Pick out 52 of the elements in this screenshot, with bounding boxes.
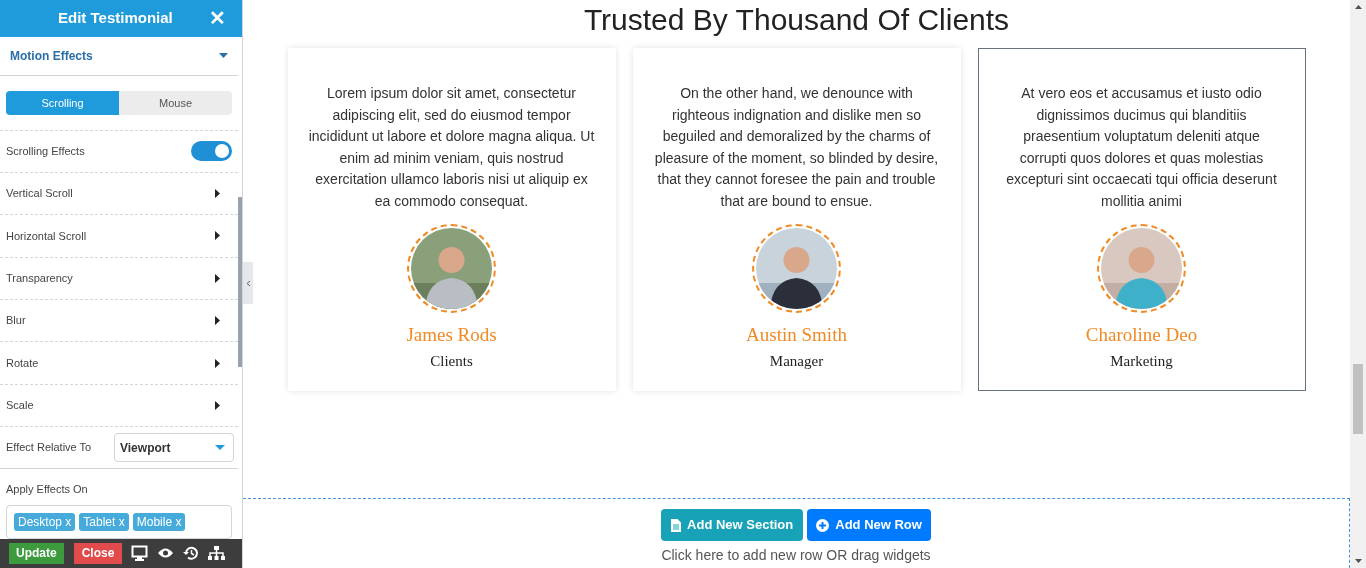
- section-heading: Trusted By Thousand Of Clients: [583, 2, 1010, 38]
- person-name: James Rods: [406, 323, 497, 347]
- caret-right-icon: [215, 316, 220, 326]
- caret-right-icon: [215, 231, 220, 241]
- plus-circle-icon: [816, 518, 830, 532]
- chevron-left-icon: [246, 280, 250, 286]
- drop-zone[interactable]: Add New Section Add New Row Click here to add new row OR drag widgets: [243, 498, 1350, 568]
- field-label: Horizontal Scroll: [6, 228, 87, 244]
- eye-icon[interactable]: [157, 547, 175, 560]
- close-button[interactable]: ✕: [209, 3, 226, 34]
- add-row-button[interactable]: Add New Row: [807, 509, 931, 541]
- panel-title: Edit Testimonial: [58, 8, 173, 29]
- field-label: Vertical Scroll: [6, 186, 73, 202]
- field-label: Blur: [6, 313, 26, 329]
- close-button[interactable]: Close: [73, 542, 123, 564]
- history-icon[interactable]: [183, 545, 200, 562]
- scroll-up-icon[interactable]: [1354, 5, 1362, 9]
- select-field[interactable]: Viewport: [114, 433, 234, 463]
- testimonial-text: On the other hand, we denounce with righteous indignation and dislike men so beguiled and demoralized by the charms of pleasure of the moment, so blinded by desire, that they cannot foresee the pain and trouble that are bound to ensue.: [653, 84, 940, 211]
- person-role: Clients: [430, 351, 473, 371]
- caret-right-icon: [215, 273, 220, 283]
- caret-right-icon: [215, 188, 220, 198]
- tab[interactable]: Mouse: [119, 90, 232, 115]
- field-label: Apply Effects On: [6, 482, 89, 498]
- section-title: Motion Effects: [10, 47, 93, 65]
- caret-right-icon: [215, 400, 220, 410]
- scroll-down-icon[interactable]: [1354, 559, 1362, 563]
- testimonial-text: Lorem ipsum dolor sit amet, consectetur adipiscing elit, sed do eiusmod tempor incididunt ut labore et dolore magna aliqua. Ut enim ad minim veniam, quis nostrud exercitation ullamco laboris nisi ut aliquip ex ea commodo consequat.: [307, 84, 596, 211]
- caret-down-icon: [215, 445, 225, 451]
- document-icon: [671, 518, 682, 532]
- person-name: Austin Smith: [746, 323, 847, 347]
- toggle-switch[interactable]: [191, 141, 232, 162]
- sitemap-icon[interactable]: [208, 545, 226, 562]
- scrollbar-thumb[interactable]: [1353, 364, 1363, 434]
- testimonial-text: At vero eos et accusamus et iusto odio dignissimos ducimus qui blanditiis praesentium voluptatum deleniti atque corrupti quos dolores et quas molestias excepturi sint occaecati tqui officia deserunt mollitia animi: [1005, 84, 1278, 211]
- add-section-button[interactable]: Add New Section: [661, 509, 804, 541]
- field-label: Effect Relative To: [6, 440, 92, 456]
- desktop-icon[interactable]: [131, 545, 149, 562]
- field-label: Scale: [6, 398, 34, 414]
- person-name: Charoline Deo: [1085, 323, 1198, 347]
- caret-right-icon: [215, 358, 220, 368]
- testimonial-card[interactable]: [977, 48, 1306, 391]
- tab[interactable]: Scrolling: [6, 90, 119, 115]
- field-label: Rotate: [6, 355, 39, 371]
- update-button[interactable]: Update: [9, 542, 64, 564]
- field-label: Scrolling Effects: [6, 144, 85, 159]
- hint-text: Click here to add new row OR drag widgets: [661, 546, 931, 565]
- person-role: Marketing: [1110, 351, 1173, 371]
- collapse-handle[interactable]: [243, 262, 253, 304]
- field-label: Transparency: [6, 270, 73, 286]
- scrollbar-thumb[interactable]: [238, 196, 242, 367]
- person-role: Manager: [769, 351, 824, 371]
